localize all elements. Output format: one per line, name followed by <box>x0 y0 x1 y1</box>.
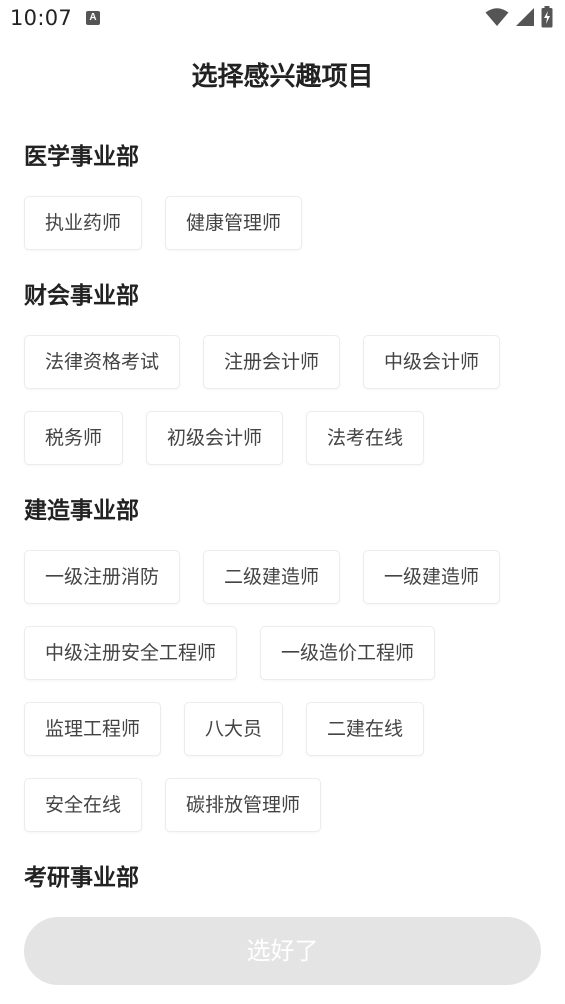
interest-tag[interactable]: 安全在线 <box>24 778 143 832</box>
interest-tag[interactable]: 法律资格考试 <box>24 335 181 389</box>
interest-tag[interactable]: 健康管理师 <box>165 196 303 250</box>
signal-icon <box>515 7 535 31</box>
section-title: 建造事业部 <box>24 498 139 524</box>
interest-tag[interactable]: 初级会计师 <box>146 411 284 465</box>
app-notification-icon: A <box>86 11 100 25</box>
status-time: 10:07 <box>10 6 73 30</box>
interest-tag[interactable]: 执业药师 <box>24 196 143 250</box>
page-title: 选择感兴趣项目 <box>191 62 374 92</box>
interest-tag[interactable]: 监理工程师 <box>24 702 162 756</box>
interest-tag[interactable]: 注册会计师 <box>203 335 341 389</box>
interest-selection-screen: 10:07 A 选择感兴趣项目 医学事业部 执业药师 健康管理师 财会事业部 法… <box>0 0 565 1004</box>
tag-list: 法律资格考试 注册会计师 中级会计师 税务师 初级会计师 法考在线 <box>24 320 544 487</box>
section-medical: 医学事业部 执业药师 健康管理师 <box>24 133 544 272</box>
interest-tag[interactable]: 二级建造师 <box>203 550 341 604</box>
interest-tag[interactable]: 一级注册消防 <box>24 550 181 604</box>
section-title: 医学事业部 <box>24 144 139 170</box>
section-title: 考研事业部 <box>24 865 139 891</box>
interest-tag[interactable]: 一级建造师 <box>363 550 501 604</box>
wifi-icon <box>485 7 509 31</box>
status-bar: 10:07 A <box>0 0 565 38</box>
interest-tag[interactable]: 税务师 <box>24 411 124 465</box>
interest-tag[interactable]: 中级注册安全工程师 <box>24 626 238 680</box>
tag-list: 一级注册消防 二级建造师 一级建造师 中级注册安全工程师 一级造价工程师 监理工… <box>24 535 544 854</box>
interest-tag[interactable]: 二建在线 <box>306 702 425 756</box>
section-construction: 建造事业部 一级注册消防 二级建造师 一级建造师 中级注册安全工程师 一级造价工… <box>24 487 544 854</box>
interest-tag[interactable]: 法考在线 <box>306 411 425 465</box>
section-postgraduate: 考研事业部 <box>24 854 544 902</box>
interest-tag[interactable]: 碳排放管理师 <box>165 778 322 832</box>
tag-list: 执业药师 健康管理师 <box>24 181 544 272</box>
confirm-button[interactable]: 选好了 <box>24 917 541 985</box>
section-title: 财会事业部 <box>24 283 139 309</box>
battery-charging-icon <box>541 6 553 32</box>
sections-list: 医学事业部 执业药师 健康管理师 财会事业部 法律资格考试 注册会计师 中级会计… <box>24 133 544 902</box>
interest-tag[interactable]: 一级造价工程师 <box>260 626 436 680</box>
interest-tag[interactable]: 八大员 <box>184 702 284 756</box>
section-accounting: 财会事业部 法律资格考试 注册会计师 中级会计师 税务师 初级会计师 法考在线 <box>24 272 544 487</box>
interest-tag[interactable]: 中级会计师 <box>363 335 501 389</box>
